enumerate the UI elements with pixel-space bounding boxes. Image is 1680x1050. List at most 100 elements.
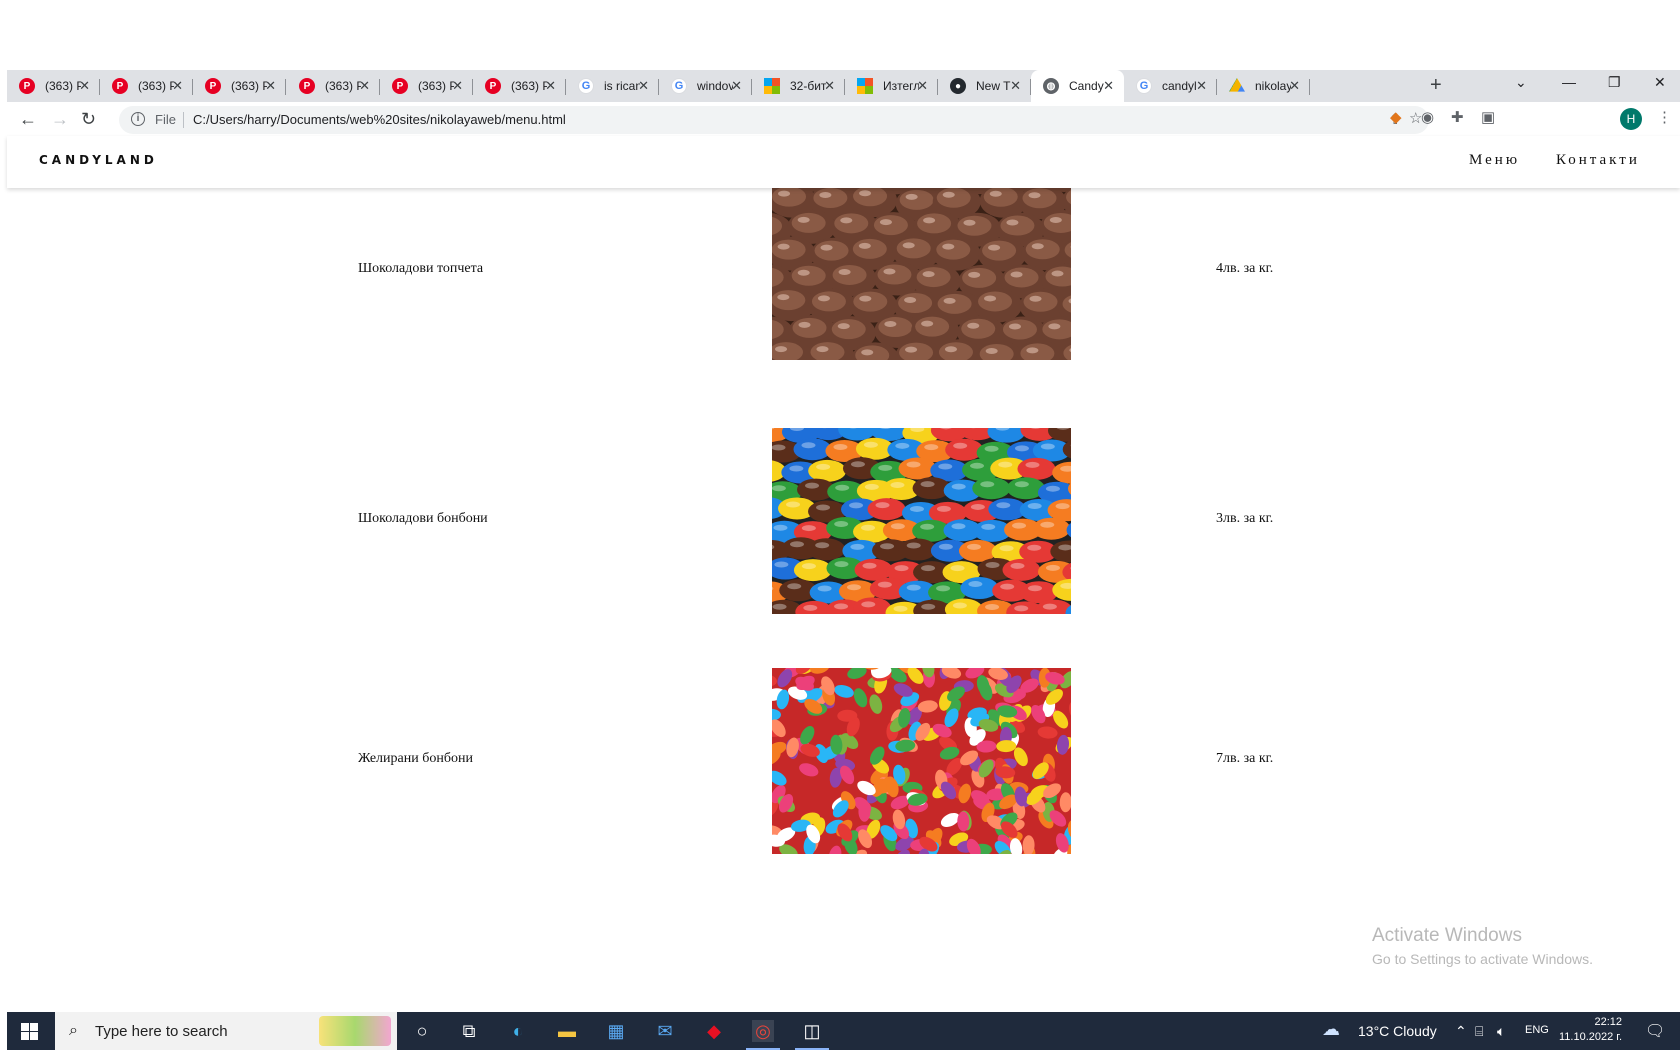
- info-icon[interactable]: i: [131, 112, 145, 126]
- task-view-icon[interactable]: ⧉: [458, 1020, 480, 1042]
- browser-tab[interactable]: Gwindov ✕: [659, 70, 752, 102]
- pinterest-icon: P: [205, 78, 221, 94]
- weather-cloud-icon[interactable]: ☁: [1322, 1019, 1340, 1040]
- back-icon[interactable]: ←: [19, 109, 37, 129]
- url-text[interactable]: C:/Users/harry/Documents/web%20sites/nik…: [193, 112, 566, 127]
- tab-title: (363) P: [138, 79, 174, 93]
- browser-tab[interactable]: P (363) P ✕: [380, 70, 473, 102]
- tab-close-icon[interactable]: ✕: [824, 79, 835, 93]
- browser-tab[interactable]: Изтегл ✕: [845, 70, 938, 102]
- network-icon[interactable]: ⌸: [1475, 1023, 1483, 1040]
- address-divider: [183, 112, 184, 128]
- file-explorer-icon[interactable]: ▬: [556, 1020, 578, 1042]
- extensions-puzzle-icon[interactable]: ✚: [1451, 110, 1464, 126]
- microsoft-store-icon[interactable]: ▦: [605, 1020, 627, 1042]
- tab-separator: [285, 79, 286, 95]
- forward-icon[interactable]: →: [51, 109, 69, 129]
- browser-tab[interactable]: 32-бит ✕: [752, 70, 845, 102]
- search-placeholder: Type here to search: [95, 1023, 228, 1040]
- tab-title: nikolay: [1255, 79, 1291, 93]
- browser-tab[interactable]: P (363) P ✕: [287, 70, 380, 102]
- mcafee-icon[interactable]: ◆: [703, 1020, 725, 1042]
- product-price: 3лв. за кг.: [1216, 511, 1274, 526]
- browser-tab[interactable]: Gcandyl ✕: [1124, 70, 1217, 102]
- chrome-icon[interactable]: ◎: [746, 1020, 780, 1050]
- side-panel-icon[interactable]: ▣: [1481, 110, 1495, 126]
- tab-close-icon[interactable]: ✕: [452, 79, 463, 93]
- tab-close-icon[interactable]: ✕: [638, 79, 649, 93]
- tab-title: windov: [697, 79, 733, 93]
- product-name: Желирани бонбони: [358, 751, 473, 766]
- profile-avatar[interactable]: H: [1620, 108, 1642, 130]
- tab-close-icon[interactable]: ✕: [359, 79, 370, 93]
- product-row: Шоколадови топчета 4лв. за кг.: [0, 188, 1680, 360]
- language-indicator[interactable]: ENG: [1525, 1024, 1549, 1036]
- address-bar[interactable]: i File C:/Users/harry/Documents/web%20si…: [119, 106, 1429, 134]
- volume-icon[interactable]: 🔈︎: [1497, 1023, 1505, 1040]
- tab-title: (363) P: [325, 79, 361, 93]
- browser-tab[interactable]: P (363) P ✕: [193, 70, 286, 102]
- browser-tab[interactable]: P (363) P ✕: [100, 70, 193, 102]
- new-tab-button[interactable]: +: [1430, 74, 1442, 97]
- editor-app-icon[interactable]: ◫: [795, 1020, 829, 1050]
- tab-title: New T: [976, 79, 1011, 93]
- search-highlight-image: [319, 1016, 391, 1046]
- globe-icon: ◍: [1043, 78, 1059, 94]
- tab-close-icon[interactable]: ✕: [1289, 79, 1300, 93]
- browser-tab[interactable]: ● New T ✕: [938, 70, 1031, 102]
- tab-close-icon[interactable]: ✕: [731, 79, 742, 93]
- minimize-icon[interactable]: —: [1562, 74, 1576, 90]
- close-window-icon[interactable]: ✕: [1654, 74, 1666, 91]
- product-row: Шоколадови бонбони 3лв. за кг.: [0, 428, 1680, 614]
- browser-tab[interactable]: Gis rican ✕: [566, 70, 659, 102]
- product-name: Шоколадови топчета: [358, 261, 484, 276]
- reload-icon[interactable]: ↻: [81, 109, 96, 129]
- tab-close-icon[interactable]: ✕: [265, 79, 276, 93]
- google-icon: G: [1136, 78, 1152, 94]
- tab-close-icon[interactable]: ✕: [1010, 79, 1021, 93]
- tab-title: Изтегл: [883, 79, 919, 93]
- watermark-title: Activate Windows: [1372, 925, 1522, 946]
- tab-close-icon[interactable]: ✕: [172, 79, 183, 93]
- watermark-subtitle: Go to Settings to activate Windows.: [1372, 951, 1593, 967]
- browser-tab[interactable]: P (363) P ✕: [473, 70, 566, 102]
- camera-extension-icon[interactable]: ◉: [1421, 110, 1434, 126]
- taskbar-search-box[interactable]: ⌕ Type here to search: [55, 1012, 397, 1050]
- google-icon: G: [578, 78, 594, 94]
- browser-tab[interactable]: ◍ Candy ✕: [1031, 70, 1124, 102]
- more-menu-icon[interactable]: ⋮: [1657, 110, 1672, 126]
- browser-toolbar: ← → ↻ i File C:/Users/harry/Documents/we…: [7, 102, 1680, 136]
- nav-contacts-link[interactable]: Контакти: [1556, 152, 1640, 169]
- notifications-icon[interactable]: 🗨︎: [1645, 1021, 1665, 1041]
- tab-title: candyl: [1162, 79, 1197, 93]
- search-icon: ⌕: [69, 1022, 78, 1039]
- tab-close-icon[interactable]: ✕: [1103, 79, 1114, 93]
- tab-close-icon[interactable]: ✕: [917, 79, 928, 93]
- browser-tab[interactable]: nikolay ✕: [1217, 70, 1310, 102]
- cortana-icon[interactable]: ○: [411, 1020, 433, 1042]
- tab-strip: P (363) P ✕ P (363) P ✕ P (363) P ✕ P (363) P ✕ P (36…: [7, 70, 1680, 102]
- tab-title: (363) P: [511, 79, 547, 93]
- show-hidden-icons-icon[interactable]: ⌃: [1455, 1023, 1467, 1040]
- windows-start-icon[interactable]: [21, 1023, 38, 1040]
- metamask-extension-icon[interactable]: ◆: [1390, 110, 1402, 126]
- tab-search-icon[interactable]: ⌄: [1515, 74, 1527, 91]
- tab-title: (363) P: [231, 79, 267, 93]
- tab-close-icon[interactable]: ✕: [545, 79, 556, 93]
- site-brand[interactable]: CANDYLAND: [39, 153, 158, 167]
- product-list: Шоколадови топчета 4лв. за кг. Шоколадов…: [0, 188, 1680, 1012]
- tab-close-icon[interactable]: ✕: [1196, 79, 1207, 93]
- tab-close-icon[interactable]: ✕: [79, 79, 90, 93]
- nav-menu-link[interactable]: Меню: [1469, 152, 1520, 169]
- edge-icon[interactable]: ◐: [507, 1020, 529, 1042]
- product-image-jelly-beans: [772, 668, 1071, 854]
- restore-icon[interactable]: ❐: [1608, 74, 1621, 91]
- weather-text[interactable]: 13°C Cloudy: [1358, 1023, 1437, 1039]
- tab-title: (363) P: [418, 79, 454, 93]
- mail-icon[interactable]: ✉: [654, 1020, 676, 1042]
- browser-tab[interactable]: P (363) P ✕: [7, 70, 100, 102]
- github-icon: ●: [950, 78, 966, 94]
- system-clock[interactable]: 22:12 11.10.2022 г.: [1559, 1015, 1622, 1045]
- tab-title: is rican: [604, 79, 640, 93]
- pinterest-icon: P: [299, 78, 315, 94]
